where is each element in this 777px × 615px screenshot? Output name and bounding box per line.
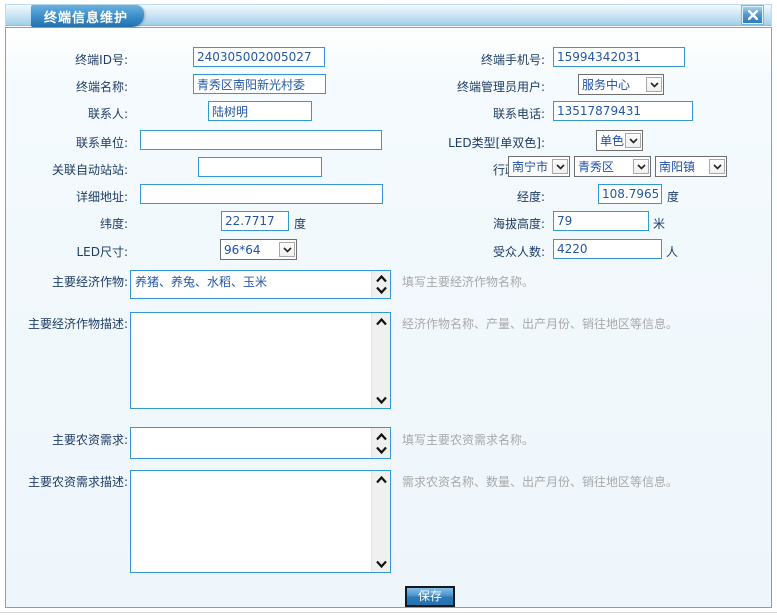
close-button[interactable] — [742, 6, 763, 24]
contact-unit-label: 联系单位: — [8, 134, 128, 151]
led-type-select[interactable]: 单色 — [596, 130, 643, 151]
latitude-input[interactable] — [221, 211, 289, 231]
agri-needs-desc-hint: 需求农资名称、数量、出产月份、销往地区等信息。 — [402, 473, 678, 490]
region-city-select[interactable]: 南宁市 — [508, 156, 570, 177]
detail-address-input[interactable] — [140, 184, 383, 204]
terminal-name-input[interactable] — [193, 74, 326, 94]
main-crops-desc-field — [130, 312, 391, 409]
save-button[interactable]: 保存 — [405, 586, 455, 607]
scroll-down-icon[interactable] — [374, 557, 389, 570]
led-size-select[interactable]: 96*64 — [220, 239, 297, 260]
longitude-label: 经度: — [395, 188, 545, 205]
terminal-admin-select[interactable]: 服务中心 — [578, 74, 664, 95]
chevron-down-icon — [709, 159, 725, 174]
agri-needs-desc-field — [130, 470, 391, 573]
close-icon — [748, 10, 758, 20]
scroll-up-icon[interactable] — [374, 273, 389, 285]
contact-person-input[interactable] — [208, 101, 312, 121]
chevron-down-icon — [625, 133, 641, 148]
agri-needs-desc-label: 主要农资需求描述: — [8, 473, 128, 490]
audience-unit: 人 — [666, 243, 678, 260]
led-size-label: LED尺寸: — [8, 243, 128, 260]
agri-needs-desc-scrollbar — [371, 471, 390, 572]
altitude-unit: 米 — [653, 215, 665, 232]
linked-station-label: 关联自动站站: — [8, 161, 128, 178]
agri-needs-scrollbar — [371, 428, 390, 458]
led-size-selected-value: 96*64 — [221, 243, 264, 257]
chevron-down-icon — [646, 77, 662, 92]
main-crops-scrollbar — [371, 271, 390, 298]
terminal-admin-label: 终端管理员用户: — [395, 78, 545, 95]
agri-needs-field — [130, 427, 391, 459]
terminal-admin-selected-value: 服务中心 — [579, 76, 633, 93]
terminal-phone-label: 终端手机号: — [395, 51, 545, 68]
terminal-phone-input[interactable] — [553, 47, 685, 67]
contact-phone-label: 联系电话: — [395, 105, 545, 122]
longitude-unit: 度 — [667, 188, 679, 205]
scroll-down-icon[interactable] — [374, 393, 389, 406]
audience-label: 受众人数: — [395, 243, 545, 260]
main-crops-textarea[interactable]: 养猪、养兔、水稻、玉米 — [131, 271, 371, 298]
latitude-unit: 度 — [294, 215, 306, 232]
terminal-id-label: 终端ID号: — [8, 51, 128, 68]
linked-station-input[interactable] — [198, 157, 322, 177]
dialog-titlebar: 终端信息维护 — [5, 4, 772, 26]
scroll-up-icon[interactable] — [374, 473, 389, 486]
scroll-up-icon[interactable] — [374, 315, 389, 328]
agri-needs-desc-textarea[interactable] — [131, 471, 371, 572]
scroll-down-icon[interactable] — [374, 443, 389, 456]
agri-needs-textarea[interactable] — [131, 428, 371, 458]
terminal-name-label: 终端名称: — [8, 78, 128, 95]
detail-address-label: 详细地址: — [8, 188, 128, 205]
dialog-title-tab: 终端信息维护 — [31, 5, 144, 27]
terminal-info-dialog: 终端信息维护 终端ID号: 终端手机号: 终端名称: 终端管理员用户: 服务中心… — [0, 0, 777, 615]
led-type-selected-value: 单色 — [597, 132, 625, 149]
chevron-down-icon — [633, 159, 649, 174]
chevron-down-icon — [552, 159, 568, 174]
region-town-selected-value: 南阳镇 — [656, 158, 698, 175]
main-crops-desc-scrollbar — [371, 313, 390, 408]
terminal-id-input[interactable] — [193, 47, 325, 67]
main-crops-desc-textarea[interactable] — [131, 313, 371, 408]
contact-phone-input[interactable] — [553, 101, 693, 121]
audience-input[interactable] — [553, 239, 662, 259]
main-crops-desc-hint: 经济作物名称、产量、出产月份、销往地区等信息。 — [402, 315, 678, 332]
agri-needs-hint: 填写主要农资需求名称。 — [402, 431, 534, 448]
main-crops-desc-label: 主要经济作物描述: — [8, 315, 128, 332]
region-city-selected-value: 南宁市 — [509, 158, 551, 175]
region-town-select[interactable]: 南阳镇 — [655, 156, 727, 177]
chevron-down-icon — [279, 242, 295, 257]
dialog-title: 终端信息维护 — [44, 7, 128, 26]
scroll-down-icon[interactable] — [374, 285, 389, 297]
contact-person-label: 联系人: — [8, 105, 128, 122]
agri-needs-label: 主要农资需求: — [8, 431, 128, 448]
altitude-input[interactable] — [553, 211, 649, 231]
altitude-label: 海拔高度: — [395, 215, 545, 232]
main-crops-field: 养猪、养兔、水稻、玉米 — [130, 270, 391, 299]
main-crops-hint: 填写主要经济作物名称。 — [402, 273, 534, 290]
latitude-label: 纬度: — [8, 215, 128, 232]
contact-unit-input[interactable] — [140, 130, 382, 150]
led-type-label: LED类型[单双色]: — [395, 134, 545, 151]
scroll-up-icon[interactable] — [374, 430, 389, 443]
region-district-selected-value: 青秀区 — [575, 158, 617, 175]
region-district-select[interactable]: 青秀区 — [574, 156, 651, 177]
main-crops-label: 主要经济作物: — [8, 273, 128, 290]
window-bottom-edge — [0, 612, 777, 613]
longitude-input[interactable] — [598, 184, 662, 204]
